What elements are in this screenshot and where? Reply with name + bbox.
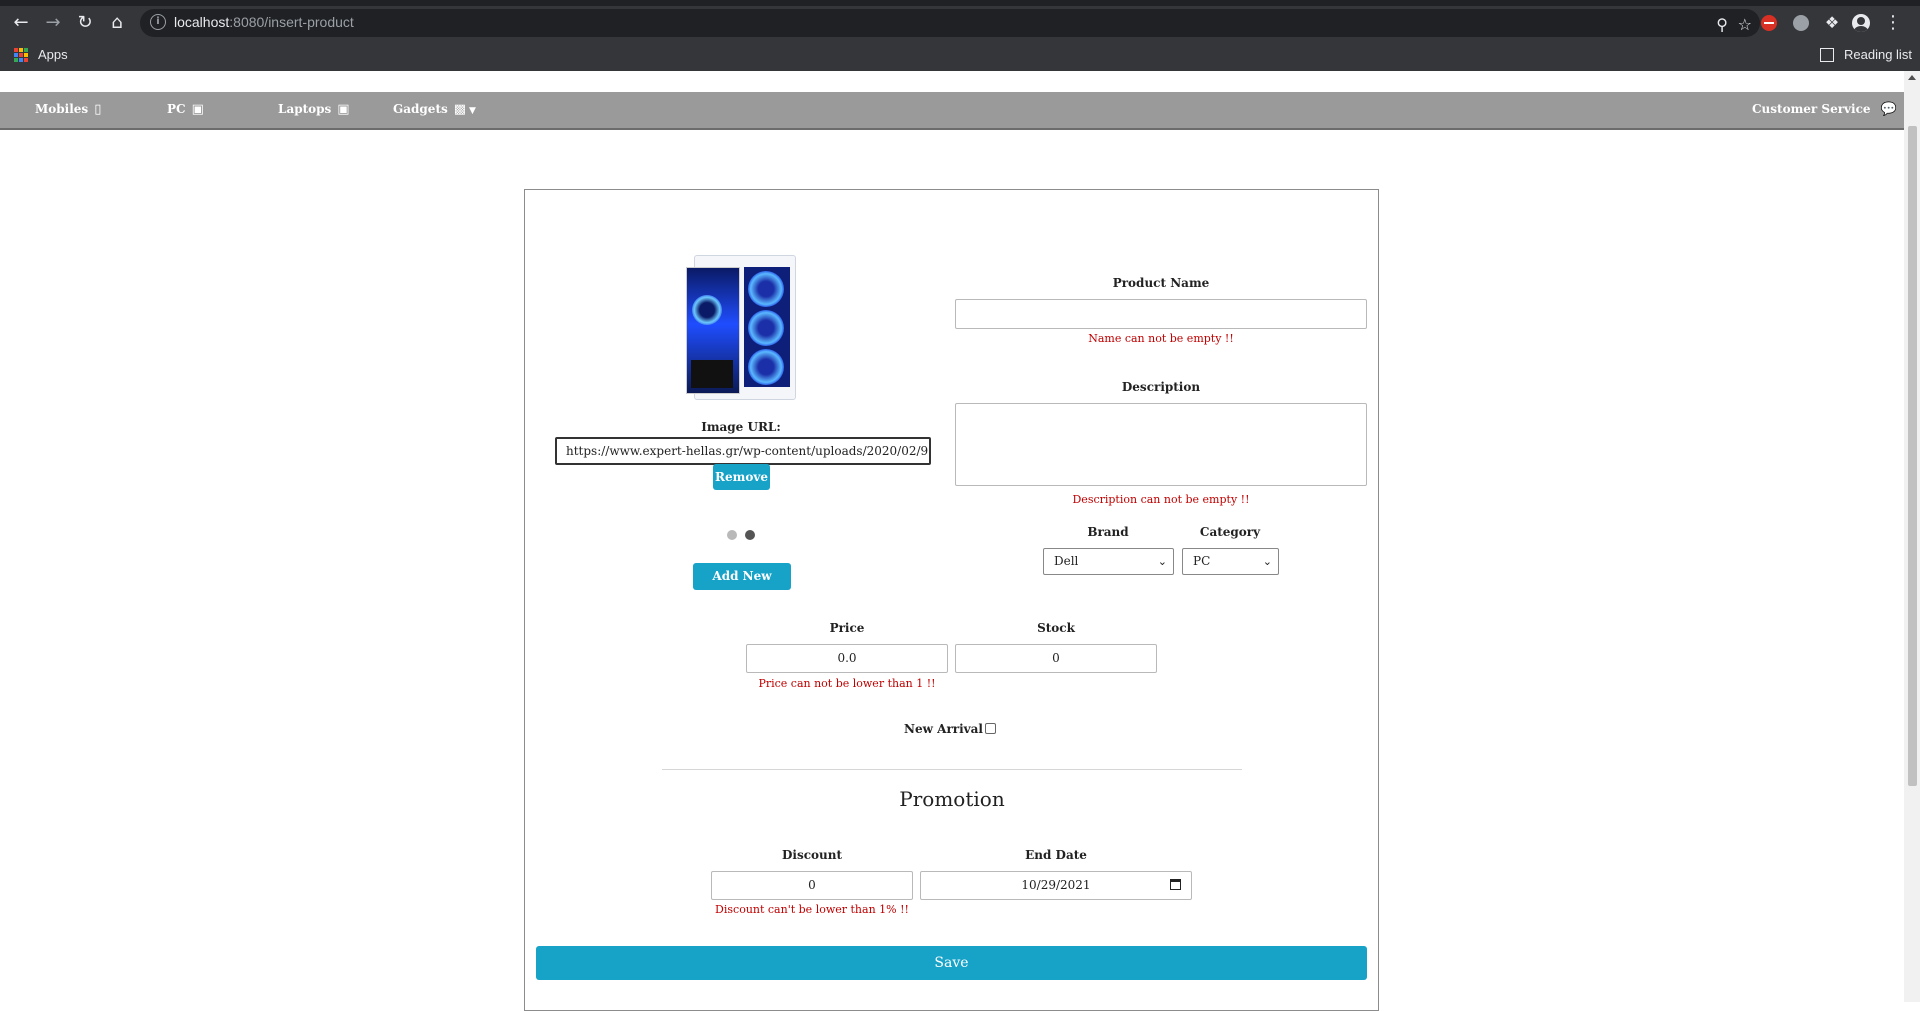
price-label: Price [829,621,865,635]
profile-avatar-icon[interactable] [1852,14,1870,32]
chevron-down-icon: ⌄ [1262,555,1272,568]
carousel-dot[interactable] [727,530,737,540]
remove-image-button[interactable]: Remove [713,464,770,490]
discount-input[interactable]: 0 [711,871,913,900]
home-icon[interactable]: ⌂ [106,12,128,34]
price-error: Price can not be lower than 1 !! [758,677,936,690]
extension-icon[interactable] [1793,15,1809,31]
page-header-strip [0,71,1904,93]
nav-item-mobiles[interactable]: Mobiles ▯ [35,102,101,117]
url-text: localhost:8080/insert-product [174,14,354,30]
save-button[interactable]: Save [536,946,1367,980]
zoom-icon[interactable]: ⚲ [1716,15,1728,34]
apps-grid-icon[interactable] [14,48,28,62]
description-textarea[interactable] [955,403,1367,486]
brand-select[interactable]: Dell ⌄ [1043,548,1174,575]
promotion-title: Promotion [899,787,1005,811]
category-navbar: Mobiles ▯ PC ▣ Laptops ▣ Gadgets ▩ ▼ Customer… [0,92,1904,130]
brand-label: Brand [1087,525,1129,539]
reading-list-icon[interactable] [1820,48,1834,62]
new-arrival-label: New Arrival [904,722,983,736]
scrollbar-thumb[interactable] [1908,126,1917,786]
new-arrival-field: New Arrival [865,722,1035,736]
price-input[interactable]: 0.0 [746,644,948,673]
product-name-input[interactable] [955,299,1367,329]
page-scrollbar[interactable] [1904,71,1920,1002]
forward-icon[interactable]: → [42,12,64,34]
adblock-extension-icon[interactable] [1761,15,1777,31]
calendar-icon[interactable] [1170,879,1181,890]
new-arrival-checkbox[interactable] [984,723,996,734]
site-info-icon[interactable]: i [150,14,166,30]
nav-item-customer-service[interactable]: Customer Service 💬 [1752,102,1897,117]
reload-icon[interactable]: ↻ [74,12,96,34]
apps-bookmark[interactable]: Apps [38,47,68,62]
product-name-label: Product Name [1112,276,1210,290]
reading-list-button[interactable]: Reading list [1844,47,1912,62]
description-label: Description [1121,380,1201,394]
mobile-icon: ▯ [94,102,102,117]
bookmarks-bar: Apps Reading list [0,39,1920,71]
add-new-image-button[interactable]: Add New Image [693,563,791,610]
end-date-label: End Date [1025,848,1087,862]
scroll-up-arrow-icon[interactable] [1908,75,1916,80]
gadgets-icon: ▩ [453,102,467,117]
chevron-down-icon: ⌄ [1157,555,1167,568]
nav-item-pc[interactable]: PC ▣ [167,102,204,117]
chat-icon: 💬 [1880,102,1897,117]
stock-input[interactable]: 0 [955,644,1157,673]
end-date-input[interactable]: 10/29/2021 [920,871,1192,900]
nav-item-gadgets[interactable]: Gadgets ▩ ▼ [393,102,476,117]
image-url-label: Image URL: [701,420,781,434]
image-url-input[interactable]: https://www.expert-hellas.gr/wp-content/… [555,437,931,465]
bookmark-star-icon[interactable]: ☆ [1738,15,1752,34]
section-divider [662,769,1242,770]
description-error: Description can not be empty !! [1072,493,1250,506]
browser-toolbar: ← → ↻ ⌂ i localhost:8080/insert-product … [0,6,1920,39]
discount-label: Discount [781,848,843,862]
back-icon[interactable]: ← [10,12,32,34]
nav-item-laptops[interactable]: Laptops ▣ [278,102,350,117]
extensions-puzzle-icon[interactable]: ❖ [1821,12,1843,34]
address-bar[interactable]: i localhost:8080/insert-product ⚲ ☆ [140,9,1760,37]
insert-product-form: Image URL: https://www.expert-hellas.gr/… [524,189,1379,1011]
carousel-dot-active[interactable] [745,530,755,540]
monitor-icon: ▣ [191,102,204,117]
category-label: Category [1199,525,1261,539]
discount-error: Discount can't be lower than 1% !! [715,903,909,916]
stock-label: Stock [1037,621,1075,635]
laptop-icon: ▣ [337,102,350,117]
caret-down-icon: ▼ [469,106,476,116]
browser-menu-icon[interactable]: ⋮ [1882,12,1904,34]
category-select[interactable]: PC ⌄ [1182,548,1279,575]
product-name-error: Name can not be empty !! [1088,332,1234,345]
product-image [686,255,797,400]
